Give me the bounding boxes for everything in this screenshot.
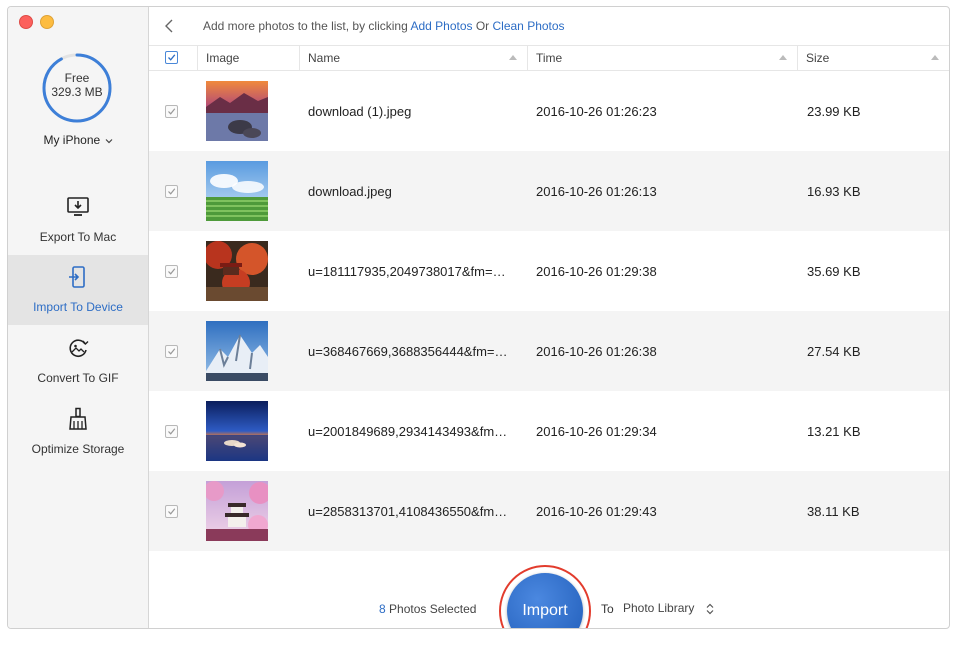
device-selector[interactable]: My iPhone bbox=[8, 133, 148, 147]
photo-size: 23.99 KB bbox=[807, 104, 861, 119]
photo-thumbnail bbox=[206, 161, 268, 221]
photo-size: 38.11 KB bbox=[807, 504, 860, 519]
photo-thumbnail bbox=[206, 481, 268, 541]
selected-count: 8 bbox=[379, 602, 386, 616]
row-checkbox[interactable] bbox=[165, 185, 178, 198]
photo-name: download (1).jpeg bbox=[308, 104, 412, 119]
broom-icon bbox=[69, 407, 87, 430]
photo-time: 2016-10-26 01:29:43 bbox=[536, 504, 657, 519]
photo-name: u=2858313701,4108436550&fm… bbox=[308, 504, 508, 519]
row-checkbox[interactable] bbox=[165, 425, 178, 438]
table-row[interactable]: u=368467669,3688356444&fm=… 2016-10-26 0… bbox=[149, 311, 949, 391]
column-header-label: Name bbox=[308, 51, 341, 65]
photo-thumbnail bbox=[206, 81, 268, 141]
checkmark-icon bbox=[168, 348, 176, 355]
sidebar-item-export-to-mac[interactable]: Export To Mac bbox=[8, 185, 148, 255]
sort-up-icon bbox=[931, 55, 939, 60]
import-footer: 8 Photos Selected Import To Photo Librar… bbox=[149, 547, 949, 628]
photo-size: 16.93 KB bbox=[807, 184, 861, 199]
column-header-time[interactable]: Time bbox=[527, 46, 797, 70]
chevron-down-icon bbox=[105, 138, 112, 144]
storage-info: Free 329.3 MB bbox=[41, 71, 113, 99]
hint-or-text: Or bbox=[472, 19, 493, 33]
photo-time: 2016-10-26 01:26:13 bbox=[536, 184, 657, 199]
table-header: Image Name Time Size bbox=[149, 46, 949, 71]
hint-text: Add more photos to the list, by clicking bbox=[203, 19, 411, 33]
phone-import-icon bbox=[69, 266, 85, 288]
sidebar-item-label: Convert To GIF bbox=[37, 371, 119, 385]
checkmark-icon bbox=[168, 108, 176, 115]
destination-value: Photo Library bbox=[623, 601, 695, 615]
device-name: My iPhone bbox=[43, 133, 101, 147]
column-header-image[interactable]: Image bbox=[197, 46, 299, 70]
photo-size: 35.69 KB bbox=[807, 264, 861, 279]
photo-time: 2016-10-26 01:26:23 bbox=[536, 104, 657, 119]
selected-label: Photos Selected bbox=[385, 602, 477, 616]
table-row[interactable]: u=2001849689,2934143493&fm… 2016-10-26 0… bbox=[149, 391, 949, 471]
photo-thumbnail bbox=[206, 321, 268, 381]
photo-name: download.jpeg bbox=[308, 184, 392, 199]
sidebar-item-import-to-device[interactable]: Import To Device bbox=[8, 255, 148, 325]
checkmark-icon bbox=[168, 268, 176, 275]
column-header-label: Time bbox=[536, 51, 563, 65]
gif-convert-icon bbox=[69, 339, 89, 357]
photo-size: 13.21 KB bbox=[807, 424, 861, 439]
row-checkbox[interactable] bbox=[165, 345, 178, 358]
sidebar-item-optimize-storage[interactable]: Optimize Storage bbox=[8, 397, 148, 467]
photo-name: u=2001849689,2934143493&fm… bbox=[308, 424, 508, 439]
storage-value: 329.3 MB bbox=[51, 85, 103, 99]
photo-thumbnail bbox=[206, 241, 268, 301]
to-label: To bbox=[601, 602, 614, 616]
add-photos-hint: Add more photos to the list, by clicking… bbox=[203, 19, 565, 33]
photo-time: 2016-10-26 01:29:38 bbox=[536, 264, 657, 279]
monitor-download-icon bbox=[67, 197, 89, 216]
sort-up-icon bbox=[509, 55, 517, 60]
column-header-size[interactable]: Size bbox=[797, 46, 949, 70]
select-all-checkbox[interactable] bbox=[165, 51, 178, 64]
sidebar-item-convert-to-gif[interactable]: Convert To GIF bbox=[8, 326, 148, 396]
column-header-label: Size bbox=[806, 51, 830, 65]
photo-size: 27.54 KB bbox=[807, 344, 861, 359]
sidebar-item-label: Export To Mac bbox=[39, 230, 117, 244]
row-checkbox[interactable] bbox=[165, 105, 178, 118]
select-all-column bbox=[149, 46, 197, 70]
column-header-name[interactable]: Name bbox=[299, 46, 527, 70]
storage-label: Free bbox=[64, 71, 90, 85]
table-row[interactable]: u=2858313701,4108436550&fm… 2016-10-26 0… bbox=[149, 471, 949, 551]
toolbar: Add more photos to the list, by clicking… bbox=[149, 7, 949, 46]
photo-time: 2016-10-26 01:29:34 bbox=[536, 424, 657, 439]
selection-summary: 8 Photos Selected bbox=[379, 602, 476, 616]
window-controls bbox=[19, 15, 54, 29]
app-window: Free 329.3 MB My iPhone Export To Mac Im… bbox=[7, 6, 950, 629]
checkmark-icon bbox=[168, 428, 176, 435]
checkmark-icon bbox=[168, 508, 176, 515]
close-window-button[interactable] bbox=[19, 15, 33, 29]
photo-thumbnail bbox=[206, 401, 268, 461]
sidebar-item-label: Import To Device bbox=[33, 300, 123, 314]
table-row[interactable]: download (1).jpeg 2016-10-26 01:26:23 23… bbox=[149, 71, 949, 151]
table-row[interactable]: download.jpeg 2016-10-26 01:26:13 16.93 … bbox=[149, 151, 949, 231]
photo-time: 2016-10-26 01:26:38 bbox=[536, 344, 657, 359]
row-checkbox[interactable] bbox=[165, 505, 178, 518]
photo-name: u=368467669,3688356444&fm=… bbox=[308, 344, 508, 359]
clean-photos-link[interactable]: Clean Photos bbox=[493, 19, 565, 33]
updown-chevron-icon bbox=[706, 603, 714, 615]
destination-select[interactable]: Photo Library bbox=[623, 601, 714, 615]
back-arrow-icon[interactable] bbox=[161, 18, 177, 34]
minimize-window-button[interactable] bbox=[40, 15, 54, 29]
add-photos-link[interactable]: Add Photos bbox=[410, 19, 472, 33]
sort-up-icon bbox=[779, 55, 787, 60]
checkmark-icon bbox=[168, 188, 176, 195]
photo-name: u=181117935,2049738017&fm=… bbox=[308, 264, 506, 279]
row-checkbox[interactable] bbox=[165, 265, 178, 278]
checkmark-icon bbox=[168, 54, 176, 61]
sidebar: Free 329.3 MB My iPhone Export To Mac Im… bbox=[8, 7, 149, 628]
table-row[interactable]: u=181117935,2049738017&fm=… 2016-10-26 0… bbox=[149, 231, 949, 311]
main-panel: Add more photos to the list, by clicking… bbox=[149, 7, 949, 628]
sidebar-item-label: Optimize Storage bbox=[31, 442, 125, 456]
